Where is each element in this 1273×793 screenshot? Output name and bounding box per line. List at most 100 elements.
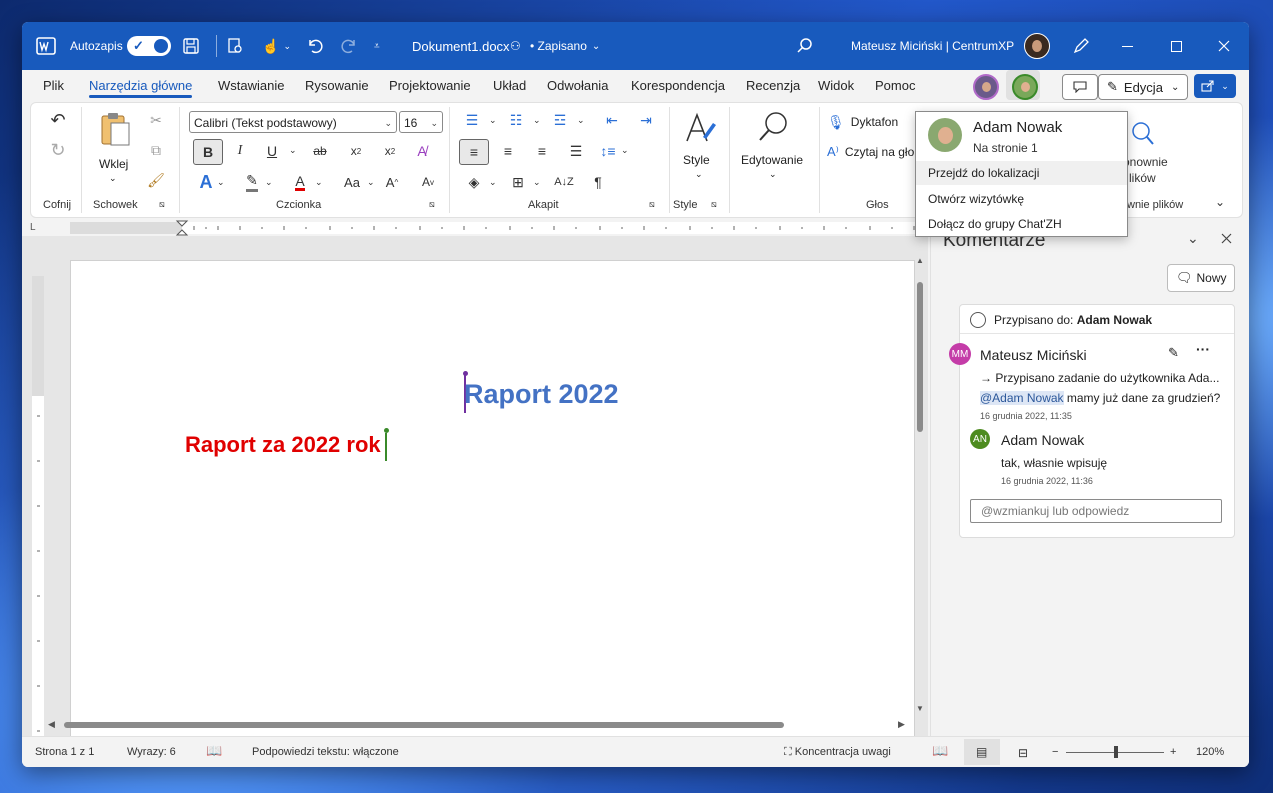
search-icon[interactable] <box>796 22 814 70</box>
subscript-button[interactable]: x2 <box>345 140 367 162</box>
document-body-text[interactable]: Raport za 2022 rok <box>185 432 381 458</box>
dialog-launcher-icon[interactable]: ⧅ <box>649 199 655 210</box>
coauthor-avatar[interactable] <box>973 74 999 100</box>
dialog-launcher-icon[interactable]: ⧅ <box>159 199 165 210</box>
font-size-combo[interactable]: 16 ⌄ <box>399 111 443 133</box>
chevron-down-icon[interactable]: ⌄ <box>289 145 297 156</box>
tab-view[interactable]: Widok <box>818 78 854 93</box>
save-status[interactable]: • Zapisano ⌄ <box>530 22 600 70</box>
copy-icon[interactable]: ⧉ <box>145 139 167 161</box>
paste-button[interactable]: Wklej ⌄ <box>95 111 135 191</box>
scroll-right-icon[interactable]: ▶ <box>898 719 905 730</box>
bold-button[interactable]: B <box>193 139 223 165</box>
comments-button[interactable] <box>1062 74 1098 100</box>
editing-mode-button[interactable]: ✎ Edycja ⌄ <box>1098 74 1188 100</box>
line-spacing-icon[interactable]: ↕≡ <box>597 140 619 162</box>
align-center-button[interactable]: ≡ <box>497 140 519 162</box>
print-layout-button[interactable]: ▤ <box>964 739 1000 765</box>
font-color-icon[interactable]: A <box>289 171 311 193</box>
chevron-down-icon[interactable]: ⌄ <box>533 177 541 188</box>
document-name[interactable]: Dokument1.docx <box>412 22 510 70</box>
word-icon[interactable] <box>36 22 56 70</box>
font-name-combo[interactable]: Calibri (Tekst podstawowy) ⌄ <box>189 111 397 133</box>
popup-item-join-chat[interactable]: Dołącz do grupy Chat'ZH <box>928 217 1062 231</box>
cut-icon[interactable]: ✂ <box>145 109 167 131</box>
align-right-button[interactable]: ≡ <box>531 140 553 162</box>
autosave-toggle[interactable]: ✓ <box>127 22 171 70</box>
minimize-icon[interactable] <box>1122 22 1133 70</box>
print-preview-icon[interactable] <box>226 22 244 70</box>
tab-insert[interactable]: Wstawianie <box>218 78 284 93</box>
chevron-down-icon[interactable]: ⌄ <box>217 177 225 188</box>
zoom-level[interactable]: 120% <box>1196 746 1224 758</box>
strikethrough-button[interactable]: ab <box>309 140 331 162</box>
zoom-in-icon[interactable]: + <box>1170 746 1176 758</box>
horizontal-scroll-thumb[interactable] <box>64 722 784 728</box>
pen-icon[interactable] <box>1072 22 1090 70</box>
comment-thread-card[interactable]: Przypisano do: Adam Nowak MM Mateusz Mic… <box>949 304 1235 538</box>
editing-button[interactable]: Edytowanie ⌄ <box>739 111 809 191</box>
popup-item-contact-card[interactable]: Otwórz wizytówkę <box>928 192 1024 206</box>
redo-icon[interactable] <box>340 22 358 70</box>
text-effects-icon[interactable]: A <box>195 171 217 193</box>
tab-review[interactable]: Recenzja <box>746 78 800 93</box>
dictate-button[interactable]: 🎙 Dyktafon <box>827 113 898 131</box>
borders-icon[interactable]: ⊞ <box>507 171 529 193</box>
dialog-launcher-icon[interactable]: ⧅ <box>429 199 435 210</box>
user-name[interactable]: Mateusz Miciński | CentrumXP <box>851 22 1014 70</box>
maximize-icon[interactable] <box>1171 22 1182 70</box>
decrease-indent-icon[interactable]: ⇤ <box>601 109 623 131</box>
tab-help[interactable]: Pomoc <box>875 78 915 93</box>
scroll-up-icon[interactable]: ▲ <box>916 256 924 265</box>
page-count[interactable]: Strona 1 z 1 <box>35 746 94 758</box>
scroll-left-icon[interactable]: ◀ <box>48 719 55 730</box>
reuse-files-icon[interactable] <box>1127 119 1155 147</box>
zoom-slider-thumb[interactable] <box>1114 746 1118 758</box>
grow-font-icon[interactable]: A ^ <box>381 171 403 193</box>
vertical-scroll-thumb[interactable] <box>917 282 923 432</box>
zoom-out-icon[interactable]: − <box>1052 746 1058 758</box>
tab-draw[interactable]: Rysowanie <box>305 78 369 93</box>
new-comment-button[interactable]: 🗨 Nowy <box>1167 264 1235 292</box>
close-icon[interactable] <box>1221 233 1232 244</box>
tab-selector-icon[interactable]: L <box>30 222 36 233</box>
chevron-down-icon[interactable]: ⌄ <box>489 177 497 188</box>
touch-mode-icon[interactable]: ☝ ⌄ <box>262 22 291 70</box>
proofing-icon[interactable]: 📖 <box>206 743 222 759</box>
highlight-icon[interactable]: ✎ <box>241 171 263 193</box>
collapse-ribbon-icon[interactable]: ⌄ <box>1215 195 1225 209</box>
reply-input[interactable]: @wzmiankuj lub odpowiedz <box>970 499 1222 523</box>
text-predictions[interactable]: Podpowiedzi tekstu: włączone <box>252 746 399 758</box>
mention-chip[interactable]: @Adam Nowak <box>980 391 1064 405</box>
chevron-down-icon[interactable]: ⌄ <box>577 115 585 126</box>
increase-indent-icon[interactable]: ⇥ <box>635 109 657 131</box>
share-button[interactable]: ⌄ <box>1194 74 1236 98</box>
tab-design[interactable]: Projektowanie <box>389 78 471 93</box>
chevron-down-icon[interactable]: ⌄ <box>489 115 497 126</box>
clear-formatting-icon[interactable]: A̸ <box>411 140 433 162</box>
shading-icon[interactable]: ◈ <box>463 171 485 193</box>
superscript-button[interactable]: x2 <box>379 140 401 162</box>
underline-button[interactable]: U <box>261 140 283 162</box>
format-painter-icon[interactable]: 🖌 <box>145 169 167 191</box>
chevron-down-icon[interactable]: ⌄ <box>533 115 541 126</box>
multilevel-list-icon[interactable]: ☲ <box>549 109 571 131</box>
chevron-down-icon[interactable]: ⌄ <box>367 177 375 188</box>
align-left-button[interactable]: ≡ <box>459 139 489 165</box>
tab-references[interactable]: Odwołania <box>547 78 608 93</box>
show-marks-icon[interactable]: ¶ <box>587 171 609 193</box>
bullets-icon[interactable]: ☰ <box>461 109 483 131</box>
change-case-icon[interactable]: Aa <box>337 171 367 193</box>
vertical-scrollbar[interactable]: ▲ ▼ <box>913 256 927 718</box>
tab-layout[interactable]: Układ <box>493 78 526 93</box>
horizontal-scrollbar[interactable]: ◀ ▶ <box>46 718 912 732</box>
user-avatar[interactable] <box>1024 22 1050 70</box>
undo-icon[interactable]: ↶ <box>47 109 69 131</box>
justify-button[interactable]: ☰ <box>565 140 587 162</box>
undo-icon[interactable] <box>306 22 324 70</box>
chevron-down-icon[interactable]: ⌄ <box>621 145 629 156</box>
close-icon[interactable] <box>1218 22 1230 70</box>
document-page[interactable]: Raport 2022 Raport za 2022 rok <box>70 260 915 738</box>
document-heading[interactable]: Raport 2022 <box>464 379 619 410</box>
tab-home[interactable]: Narzędzia główne <box>89 78 193 98</box>
